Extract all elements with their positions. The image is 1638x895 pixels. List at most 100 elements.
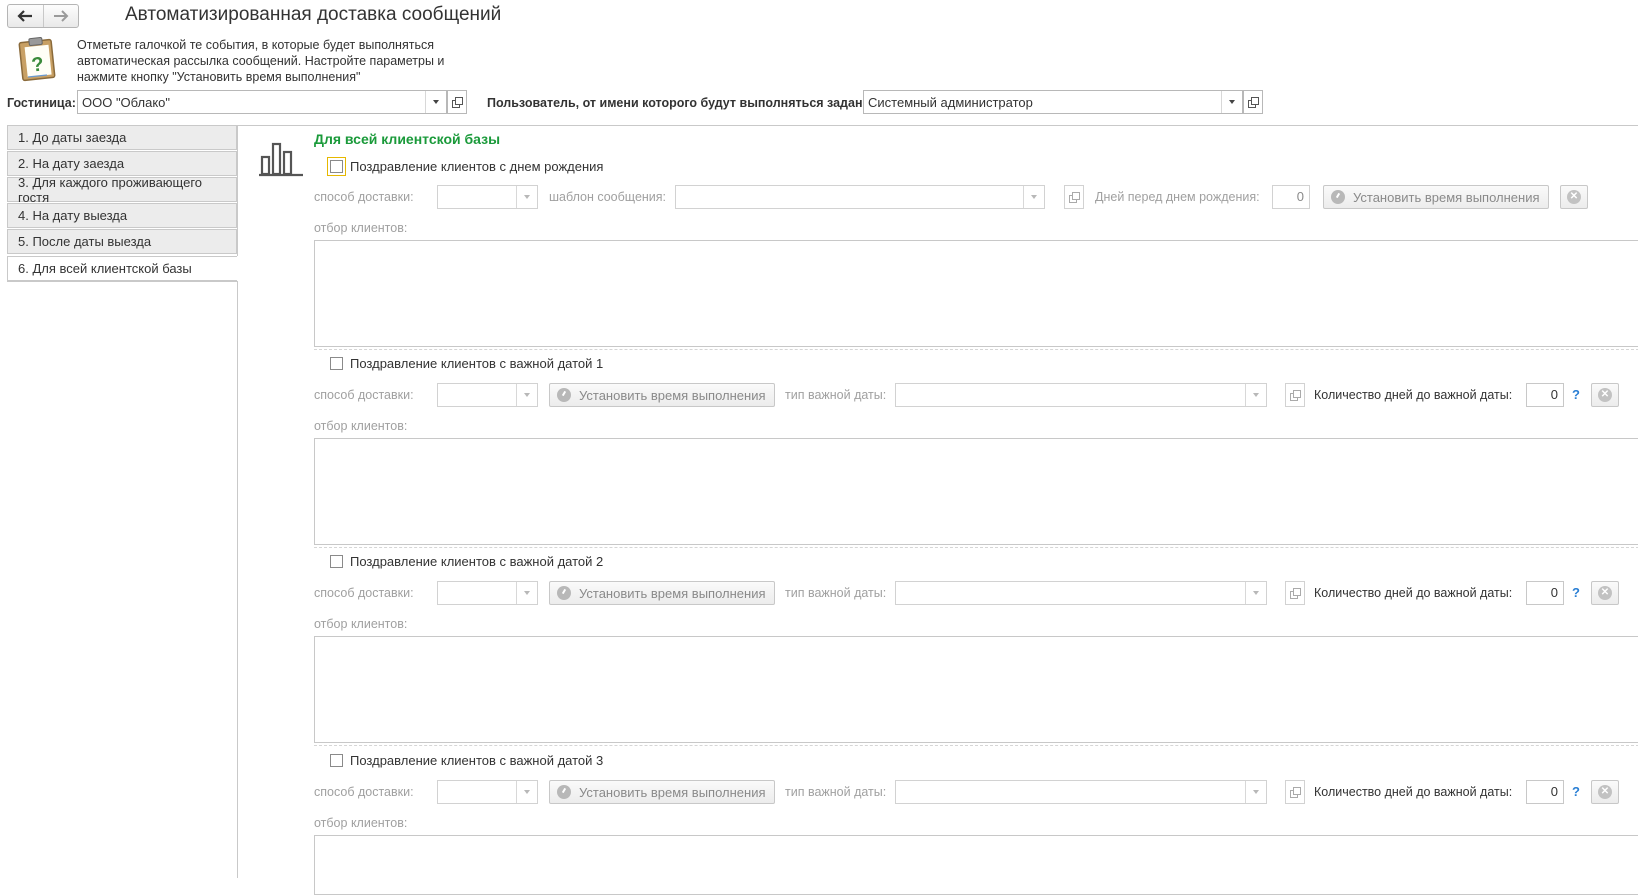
important-date-1-delivery-field[interactable]	[437, 383, 538, 407]
important-date-2-checkbox[interactable]	[330, 555, 343, 568]
important-date-2-days-field[interactable]: 0	[1526, 581, 1564, 605]
tabs-divider-lower	[237, 281, 238, 878]
important-date-1-filter-area[interactable]	[314, 438, 1638, 545]
important-date-3-set-time-label: Установить время выполнения	[579, 784, 766, 800]
important-date-1-filter-label: отбор клиентов:	[314, 419, 408, 433]
birthday-delivery-dropdown[interactable]	[516, 186, 537, 208]
open-form-icon	[1289, 389, 1301, 401]
chevron-down-icon	[1253, 393, 1259, 397]
important-date-2-help-icon[interactable]: ?	[1572, 585, 1580, 600]
important-date-1-type-open-button[interactable]	[1285, 383, 1305, 407]
chevron-down-icon	[524, 393, 530, 397]
important-date-1-days-field[interactable]: 0	[1526, 383, 1564, 407]
chevron-down-icon	[524, 195, 530, 199]
important-date-2-checkbox-label: Поздравление клиентов с важной датой 2	[350, 554, 604, 569]
important-date-2-type-open-button[interactable]	[1285, 581, 1305, 605]
navigation-buttons	[7, 4, 79, 28]
user-open-button[interactable]	[1243, 90, 1263, 114]
clear-icon: ✕	[1598, 785, 1612, 799]
important-date-2-set-time-button[interactable]: Установить время выполнения	[549, 581, 775, 605]
chevron-down-icon	[1229, 100, 1235, 104]
important-date-2-type-label: тип важной даты:	[785, 586, 887, 600]
birthday-checkbox-label: Поздравление клиентов с днем рождения	[350, 159, 604, 174]
separator	[314, 547, 1638, 548]
birthday-template-open-button[interactable]	[1064, 185, 1084, 209]
important-date-1-checkbox[interactable]	[330, 357, 343, 370]
chevron-down-icon	[1253, 790, 1259, 794]
hotel-field[interactable]: ООО "Облако"	[77, 90, 447, 114]
tab-whole-client-base[interactable]: 6. Для всей клиентской базы	[7, 256, 237, 281]
important-date-3-type-field[interactable]	[895, 780, 1267, 804]
important-date-3-delivery-label: способ доставки:	[314, 785, 414, 799]
birthday-delivery-field[interactable]	[437, 185, 538, 209]
important-date-3-days-field[interactable]: 0	[1526, 780, 1564, 804]
birthday-filter-label: отбор клиентов:	[314, 221, 408, 235]
important-date-3-type-label: тип важной даты:	[785, 785, 887, 799]
hotel-dropdown-button[interactable]	[425, 91, 446, 113]
important-date-1-clear-button[interactable]: ✕	[1591, 383, 1619, 407]
hotel-value: ООО "Облако"	[82, 94, 171, 110]
important-date-2-type-field[interactable]	[895, 581, 1267, 605]
birthday-checkbox[interactable]	[327, 157, 346, 176]
hotel-open-button[interactable]	[447, 90, 467, 114]
important-date-3-clear-button[interactable]: ✕	[1591, 780, 1619, 804]
birthday-set-time-button[interactable]: Установить время выполнения	[1323, 185, 1549, 209]
important-date-1-help-icon[interactable]: ?	[1572, 387, 1580, 402]
open-form-icon	[451, 96, 463, 108]
important-date-1-delivery-dropdown[interactable]	[516, 384, 537, 406]
important-date-1-checkbox-label: Поздравление клиентов с важной датой 1	[350, 356, 604, 371]
user-value: Системный администратор	[868, 94, 1033, 110]
open-form-icon	[1289, 786, 1301, 798]
clear-icon: ✕	[1598, 388, 1612, 402]
clipboard-question-icon: ?	[18, 37, 56, 82]
important-date-3-type-dropdown[interactable]	[1245, 781, 1266, 803]
important-date-2-delivery-dropdown[interactable]	[516, 582, 537, 604]
important-date-3-help-icon[interactable]: ?	[1572, 784, 1580, 799]
important-date-3-filter-area[interactable]	[314, 835, 1638, 895]
birthday-template-dropdown[interactable]	[1023, 186, 1044, 208]
open-form-icon	[1247, 96, 1259, 108]
chevron-down-icon	[1253, 591, 1259, 595]
tab-checkout-date[interactable]: 4. На дату выезда	[7, 203, 237, 228]
user-dropdown-button[interactable]	[1221, 91, 1242, 113]
important-date-2-delivery-field[interactable]	[437, 581, 538, 605]
important-date-3-delivery-dropdown[interactable]	[516, 781, 537, 803]
arrow-right-icon	[53, 10, 69, 22]
tab-checkin-date[interactable]: 2. На дату заезда	[7, 151, 237, 176]
birthday-clear-button[interactable]: ✕	[1560, 185, 1588, 209]
clock-icon	[1331, 190, 1345, 204]
important-date-1-type-dropdown[interactable]	[1245, 384, 1266, 406]
tab-after-checkout[interactable]: 5. После даты выезда	[7, 229, 237, 254]
important-date-3-checkbox[interactable]	[330, 754, 343, 767]
birthday-template-field[interactable]	[675, 185, 1045, 209]
user-field[interactable]: Системный администратор	[863, 90, 1243, 114]
svg-text:?: ?	[30, 53, 44, 76]
separator	[314, 745, 1638, 746]
birthday-template-label: шаблон сообщения:	[549, 190, 667, 204]
important-date-3-type-open-button[interactable]	[1285, 780, 1305, 804]
important-date-2-filter-area[interactable]	[314, 636, 1638, 743]
chevron-down-icon	[524, 790, 530, 794]
open-form-icon	[1289, 587, 1301, 599]
important-date-2-type-dropdown[interactable]	[1245, 582, 1266, 604]
important-date-1-type-field[interactable]	[895, 383, 1267, 407]
important-date-2-clear-button[interactable]: ✕	[1591, 581, 1619, 605]
birthday-days-field[interactable]: 0	[1272, 185, 1310, 209]
birthday-filter-area[interactable]	[314, 240, 1638, 347]
important-date-3-set-time-button[interactable]: Установить время выполнения	[549, 780, 775, 804]
important-date-3-delivery-field[interactable]	[437, 780, 538, 804]
forward-button[interactable]	[42, 5, 79, 27]
important-date-1-set-time-button[interactable]: Установить время выполнения	[549, 383, 775, 407]
clear-icon: ✕	[1567, 190, 1581, 204]
important-date-1-days-label: Количество дней до важной даты:	[1314, 388, 1513, 402]
important-date-2-filter-label: отбор клиентов:	[314, 617, 408, 631]
important-date-1-delivery-label: способ доставки:	[314, 388, 414, 402]
hotel-label: Гостиница:	[7, 96, 76, 110]
tab-each-guest[interactable]: 3. Для каждого проживающего гостя	[7, 175, 237, 205]
clock-icon	[557, 785, 571, 799]
page-title: Автоматизированная доставка сообщений	[125, 4, 502, 25]
important-date-1-type-label: тип важной даты:	[785, 388, 887, 402]
tab-before-checkin[interactable]: 1. До даты заезда	[7, 125, 237, 150]
back-button[interactable]	[8, 5, 43, 27]
arrow-left-icon	[17, 10, 33, 22]
